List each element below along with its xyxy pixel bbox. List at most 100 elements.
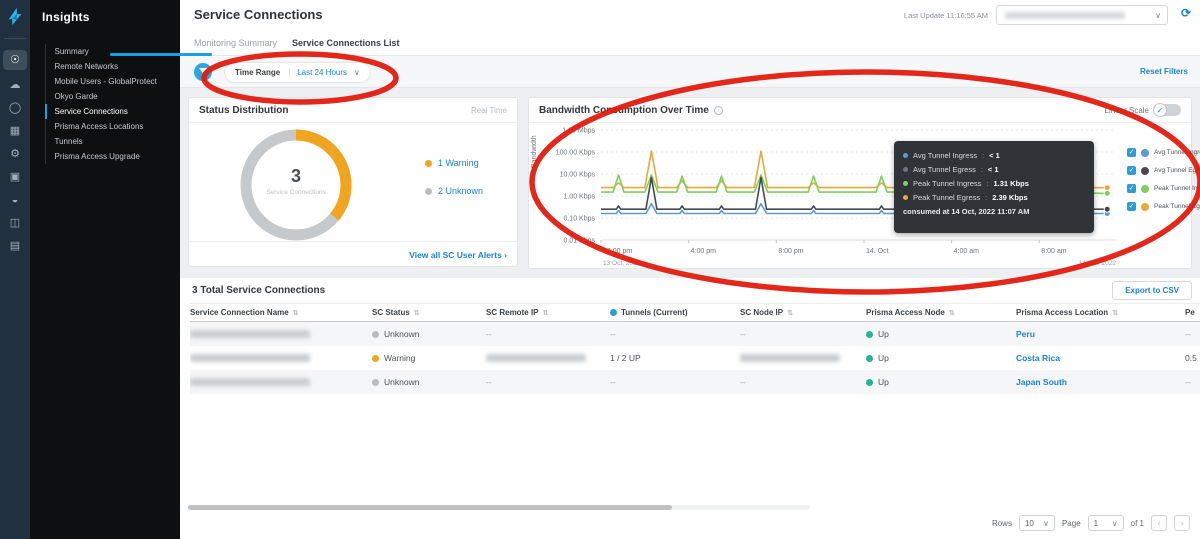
tab-monitoring-summary[interactable]: Monitoring Summary — [194, 38, 277, 48]
lightbulb-icon[interactable]: ☉ — [3, 50, 27, 70]
legend-item-unknown[interactable]: 2 Unknown — [425, 186, 483, 196]
node-status-dot-icon — [866, 379, 873, 386]
sidebar-item-remote-networks[interactable]: Remote Networks — [45, 59, 161, 74]
table-row[interactable]: Unknown -- -- -- Up Japan South -- — [190, 370, 1200, 394]
tooltip-value: < 1 — [989, 151, 1000, 160]
checkbox-checked-icon[interactable]: ✓ — [1127, 202, 1136, 211]
sort-icon[interactable]: ⇅ — [542, 309, 548, 317]
table-title: 3 Total Service Connections — [192, 285, 325, 296]
svg-text:4:00 pm: 4:00 pm — [691, 248, 716, 255]
app-rail: ☉ ☁ ◯ ▦ ⚙ ▣ ◒ ◫ ▤ — [0, 0, 30, 539]
series-dot-icon — [903, 167, 908, 172]
location-link[interactable]: Japan South — [1016, 377, 1067, 387]
page-select[interactable]: 1 ∨ — [1088, 515, 1124, 531]
node-status-dot-icon — [866, 331, 873, 338]
page-label: Page — [1062, 519, 1081, 528]
tooltip-separator: : — [985, 193, 987, 202]
redacted-ip — [740, 354, 840, 362]
sidebar-item-okyo-garde[interactable]: Okyo Garde — [45, 89, 161, 104]
real-time-badge: Real Time — [471, 106, 507, 115]
sidebar-item-summary[interactable]: Summary — [45, 44, 161, 59]
filter-bar: Time Range Last 24 Hours ∨ Reset Filters — [180, 56, 1200, 88]
peak-cell: 0.5 — [1185, 353, 1200, 363]
tooltip-separator: : — [986, 179, 988, 188]
svg-text:8:00 pm: 8:00 pm — [778, 248, 803, 255]
layout-columns-icon[interactable]: ◫ — [3, 216, 27, 231]
svg-text:1.00 Mbps: 1.00 Mbps — [562, 128, 595, 135]
chevron-down-icon: ∨ — [1043, 519, 1049, 528]
sort-icon[interactable]: ⇅ — [414, 309, 420, 317]
bell-icon[interactable]: ◒ — [3, 193, 27, 208]
sidebar-item-pa-locations[interactable]: Prisma Access Locations — [45, 119, 161, 134]
node-status-badge: Up — [878, 377, 889, 387]
legend-avg-tunnel-egress: ✓ Avg Tunnel Egress — [1127, 166, 1200, 175]
time-range-dropdown[interactable]: Time Range Last 24 Hours ∨ — [224, 62, 371, 83]
legend-label: Avg Tunnel Ingress — [1154, 149, 1200, 156]
tab-service-connections-list[interactable]: Service Connections List — [292, 38, 400, 48]
reset-filters-link[interactable]: Reset Filters — [1140, 67, 1188, 76]
info-icon[interactable]: i — [714, 106, 723, 115]
warning-dot-icon — [425, 160, 432, 167]
sidebar-item-pa-upgrade[interactable]: Prisma Access Upgrade — [45, 149, 161, 164]
sort-icon[interactable]: ⇅ — [1112, 309, 1118, 317]
tunnels-cell: -- — [610, 329, 740, 339]
panel-icon[interactable]: ▣ — [3, 170, 27, 185]
sort-icon[interactable]: ⇅ — [787, 309, 793, 317]
horizontal-scrollbar-thumb[interactable] — [188, 505, 672, 510]
redacted-name — [190, 354, 310, 362]
sidebar-title: Insights — [30, 0, 180, 24]
col-sc-remote-ip: SC Remote IP — [486, 308, 538, 317]
chevron-down-icon: ∨ — [354, 68, 360, 77]
location-link[interactable]: Costa Rica — [1016, 353, 1060, 363]
export-to-csv-button[interactable]: Export to CSV — [1112, 281, 1192, 300]
series-dot-icon — [903, 153, 908, 158]
horizontal-scrollbar-track[interactable] — [188, 505, 810, 510]
prev-page-button[interactable]: ‹ — [1151, 515, 1167, 531]
tenant-dropdown[interactable]: ∨ — [996, 5, 1168, 25]
legend-avg-tunnel-ingress: ✓ Avg Tunnel Ingress — [1127, 148, 1200, 157]
table-row[interactable]: Unknown -- -- -- Up Peru -- — [190, 322, 1200, 346]
svg-text:14 Oct, 2022: 14 Oct, 2022 — [1079, 260, 1117, 267]
checkbox-checked-icon[interactable]: ✓ — [1127, 184, 1136, 193]
checkbox-checked-icon[interactable]: ✓ — [1127, 166, 1136, 175]
cloud-performance-icon[interactable]: ☁ — [3, 78, 27, 93]
ring-icon[interactable]: ◯ — [3, 101, 27, 116]
apps-grid-icon[interactable]: ▦ — [3, 124, 27, 139]
refresh-icon[interactable]: ⟳ — [1181, 6, 1191, 20]
table-row[interactable]: Warning 1 / 2 UP Up Costa Rica 0.5 — [190, 346, 1200, 370]
node-status-badge: Up — [878, 353, 889, 363]
tooltip-label: Peak Tunnel Ingress — [913, 179, 981, 188]
next-page-button[interactable]: › — [1174, 515, 1190, 531]
location-link[interactable]: Peru — [1016, 329, 1035, 339]
status-dot-icon — [372, 379, 379, 386]
svg-text:14. Oct: 14. Oct — [866, 248, 889, 255]
gear-icon[interactable]: ⚙ — [3, 147, 27, 162]
checkbox-checked-icon[interactable]: ✓ — [1127, 148, 1136, 157]
legend-item-warning[interactable]: 1 Warning — [425, 158, 483, 168]
rows-per-page-select[interactable]: 10 ∨ — [1019, 515, 1055, 531]
filter-button[interactable] — [194, 63, 212, 81]
status-badge: Warning — [384, 353, 415, 363]
status-distribution-card: Status Distribution Real Time 3 Service … — [188, 97, 518, 267]
col-sc-node-ip: SC Node IP — [740, 308, 783, 317]
node-status-badge: Up — [878, 329, 889, 339]
prisma-logo-icon[interactable] — [4, 5, 26, 27]
table-header-row: Service Connection Name⇅ SC Status⇅ SC R… — [190, 303, 1200, 322]
linear-scale-toggle[interactable]: ✓ — [1154, 104, 1181, 116]
redacted-ip — [486, 354, 586, 362]
tooltip-separator: : — [982, 151, 984, 160]
document-icon[interactable]: ▤ — [3, 239, 27, 254]
bandwidth-card-title: Bandwidth Consumption Over Time — [539, 105, 709, 116]
sidebar-item-tunnels[interactable]: Tunnels — [45, 134, 161, 149]
page-total-label: of 1 — [1131, 519, 1144, 528]
sort-icon[interactable]: ⇅ — [949, 309, 955, 317]
linear-scale-label: Linear Scale — [1105, 106, 1149, 115]
view-sc-user-alerts-link[interactable]: View all SC User Alerts › — [409, 250, 507, 260]
tooltip-label: Avg Tunnel Ingress — [913, 151, 977, 160]
sort-icon[interactable]: ⇅ — [293, 309, 299, 317]
col-service-connection-name: Service Connection Name — [190, 308, 289, 317]
legend-label: Avg Tunnel Egress — [1154, 167, 1200, 174]
sidebar-item-mobile-users[interactable]: Mobile Users - GlobalProtect — [45, 74, 161, 89]
sidebar-item-service-connections[interactable]: Service Connections — [45, 104, 161, 119]
tooltip-label: Avg Tunnel Egress — [913, 165, 976, 174]
